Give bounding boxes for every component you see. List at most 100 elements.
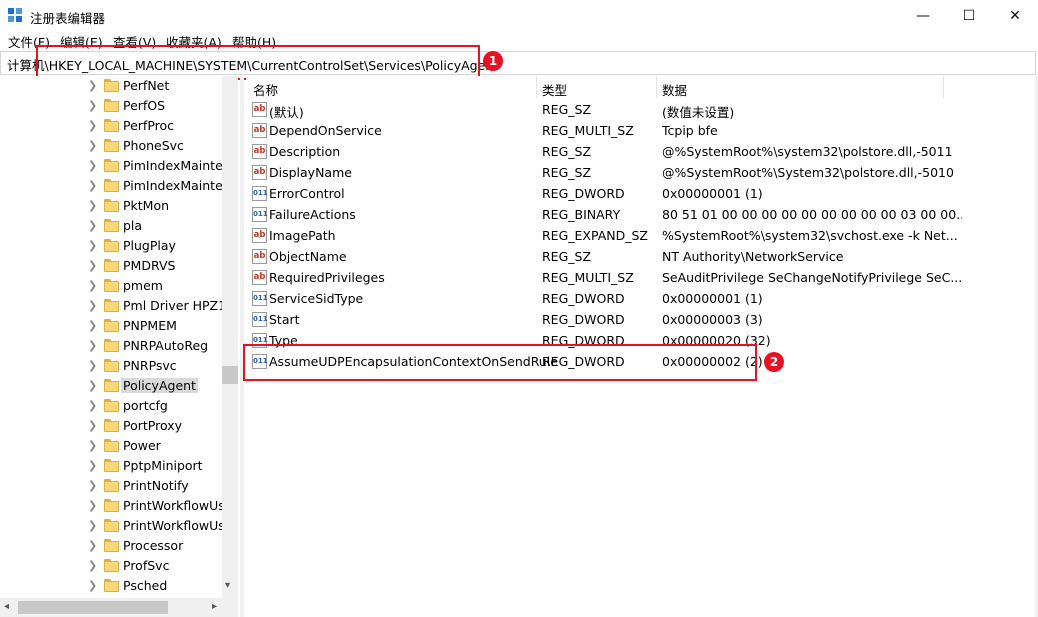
folder-icon bbox=[104, 119, 119, 132]
chevron-right-icon[interactable]: ❯ bbox=[88, 259, 97, 272]
tree-item[interactable]: ❯ portcfg bbox=[0, 396, 222, 416]
value-name: ImagePath bbox=[269, 228, 336, 243]
value-row[interactable]: ab DisplayName REG_SZ @%SystemRoot%\System3… bbox=[246, 162, 954, 183]
chevron-right-icon[interactable]: ❯ bbox=[88, 419, 97, 432]
value-data: 80 51 01 00 00 00 00 00 00 00 00 00 03 0… bbox=[662, 207, 962, 222]
column-separator[interactable] bbox=[656, 76, 657, 98]
tree-item[interactable]: ❯ pmem bbox=[0, 276, 222, 296]
tree-item[interactable]: ❯ PNRPsvc bbox=[0, 356, 222, 376]
chevron-right-icon[interactable]: ❯ bbox=[88, 279, 97, 292]
value-data: @%SystemRoot%\System32\polstore.dll,-501… bbox=[662, 165, 954, 180]
maximize-button[interactable]: ☐ bbox=[946, 0, 992, 31]
chevron-right-icon[interactable]: ❯ bbox=[88, 339, 97, 352]
annotation-box-value bbox=[243, 344, 757, 381]
tree-item-label: PerfOS bbox=[123, 98, 166, 113]
value-row[interactable]: ab DependOnService REG_MULTI_SZ Tcpip bfe bbox=[246, 120, 946, 141]
value-row[interactable]: 011 ServiceSidType REG_DWORD 0x00000001 (1) bbox=[246, 288, 946, 309]
scroll-down-icon[interactable]: ▾ bbox=[225, 580, 230, 591]
value-row[interactable]: ab (默认) REG_SZ (数值未设置) bbox=[246, 99, 946, 120]
chevron-right-icon[interactable]: ❯ bbox=[88, 179, 97, 192]
tree-item-label: PolicyAgent bbox=[121, 378, 198, 393]
chevron-right-icon[interactable]: ❯ bbox=[88, 79, 97, 92]
tree-item-label: Power bbox=[123, 438, 161, 453]
chevron-right-icon[interactable]: ❯ bbox=[88, 499, 97, 512]
value-row[interactable]: 011 ErrorControl REG_DWORD 0x00000001 (1) bbox=[246, 183, 946, 204]
tree-hscroll-thumb[interactable] bbox=[18, 601, 168, 614]
minimize-button[interactable]: — bbox=[900, 0, 946, 31]
chevron-right-icon[interactable]: ❯ bbox=[88, 119, 97, 132]
tree-vertical-scrollbar[interactable]: ▾ bbox=[222, 76, 238, 598]
close-button[interactable]: ✕ bbox=[992, 0, 1038, 31]
chevron-right-icon[interactable]: ❯ bbox=[88, 319, 97, 332]
chevron-right-icon[interactable]: ❯ bbox=[88, 159, 97, 172]
tree-item[interactable]: ❯ PerfOS bbox=[0, 96, 222, 116]
chevron-right-icon[interactable]: ❯ bbox=[88, 359, 97, 372]
chevron-right-icon[interactable]: ❯ bbox=[88, 539, 97, 552]
column-separator[interactable] bbox=[536, 76, 537, 98]
tree-item[interactable]: ❯ pla bbox=[0, 216, 222, 236]
tree-item[interactable]: ❯ PktMon bbox=[0, 196, 222, 216]
folder-icon bbox=[104, 319, 119, 332]
value-data: 0x00000001 (1) bbox=[662, 186, 763, 201]
scroll-left-icon[interactable]: ◂ bbox=[4, 601, 9, 612]
tree-item-label: pla bbox=[123, 218, 143, 233]
tree-item[interactable]: ❯ PrintNotify bbox=[0, 476, 222, 496]
chevron-right-icon[interactable]: ❯ bbox=[88, 379, 97, 392]
tree-item[interactable]: ❯ PerfProc bbox=[0, 116, 222, 136]
chevron-right-icon[interactable]: ❯ bbox=[88, 299, 97, 312]
tree-item[interactable]: ❯ Pml Driver HPZ12 bbox=[0, 296, 234, 316]
chevron-right-icon[interactable]: ❯ bbox=[88, 519, 97, 532]
tree-item-label: PimIndexMaintenan bbox=[123, 178, 238, 193]
tree-horizontal-scrollbar[interactable]: ◂ ▸ bbox=[0, 598, 238, 617]
annotation-box-address bbox=[36, 45, 480, 80]
column-separator[interactable] bbox=[943, 76, 944, 98]
tree-item[interactable]: ❯ PrintWorkflowUser bbox=[0, 496, 238, 516]
chevron-right-icon[interactable]: ❯ bbox=[88, 399, 97, 412]
tree-item[interactable]: ❯ PimIndexMaintenan bbox=[0, 156, 238, 176]
value-row[interactable]: ab ImagePath REG_EXPAND_SZ %SystemRoot%\sys… bbox=[246, 225, 958, 246]
tree-item[interactable]: ❯ PimIndexMaintenan bbox=[0, 176, 238, 196]
chevron-right-icon[interactable]: ❯ bbox=[88, 459, 97, 472]
value-row[interactable]: 011 FailureActions REG_BINARY 80 51 01 00 0… bbox=[246, 204, 962, 225]
chevron-right-icon[interactable]: ❯ bbox=[88, 219, 97, 232]
value-type: REG_SZ bbox=[542, 144, 592, 159]
tree-item[interactable]: ❯ PrintWorkflowUser bbox=[0, 516, 238, 536]
tree-item[interactable]: ❯ PptpMiniport bbox=[0, 456, 222, 476]
chevron-right-icon[interactable]: ❯ bbox=[88, 239, 97, 252]
tree-item[interactable]: ❯ PNPMEM bbox=[0, 316, 222, 336]
tree-scroll-thumb[interactable] bbox=[222, 366, 238, 384]
folder-icon bbox=[104, 139, 119, 152]
tree-item[interactable]: ❯ PolicyAgent bbox=[0, 376, 222, 396]
tree-item[interactable]: ❯ PerfNet bbox=[0, 76, 222, 96]
value-data: SeAuditPrivilege SeChangeNotifyPrivilege… bbox=[662, 270, 962, 285]
value-row[interactable]: ab Description REG_SZ @%SystemRoot%\system3… bbox=[246, 141, 953, 162]
window-title: 注册表编辑器 bbox=[30, 11, 106, 26]
scroll-right-icon[interactable]: ▸ bbox=[212, 601, 217, 612]
chevron-right-icon[interactable]: ❯ bbox=[88, 139, 97, 152]
value-type: REG_SZ bbox=[542, 102, 592, 117]
folder-icon bbox=[104, 339, 119, 352]
tree-item[interactable]: ❯ Psched bbox=[0, 576, 222, 596]
chevron-right-icon[interactable]: ❯ bbox=[88, 439, 97, 452]
tree-item[interactable]: ❯ PlugPlay bbox=[0, 236, 222, 256]
tree-item[interactable]: ❯ PNRPAutoReg bbox=[0, 336, 222, 356]
value-row[interactable]: ab ObjectName REG_SZ NT Authority\NetworkSe… bbox=[246, 246, 946, 267]
chevron-right-icon[interactable]: ❯ bbox=[88, 559, 97, 572]
tree-item[interactable]: ❯ PhoneSvc bbox=[0, 136, 222, 156]
tree-item[interactable]: ❯ PMDRVS bbox=[0, 256, 222, 276]
tree-item-label: PlugPlay bbox=[123, 238, 176, 253]
value-row[interactable]: 011 Start REG_DWORD 0x00000003 (3) bbox=[246, 309, 946, 330]
tree-item[interactable]: ❯ PortProxy bbox=[0, 416, 222, 436]
chevron-right-icon[interactable]: ❯ bbox=[88, 99, 97, 112]
tree-item-label: PhoneSvc bbox=[123, 138, 184, 153]
chevron-right-icon[interactable]: ❯ bbox=[88, 199, 97, 212]
value-row[interactable]: ab RequiredPrivileges REG_MULTI_SZ SeAuditP… bbox=[246, 267, 962, 288]
tree-item[interactable]: ❯ Power bbox=[0, 436, 222, 456]
tree-item[interactable]: ❯ ProfSvc bbox=[0, 556, 222, 576]
chevron-right-icon[interactable]: ❯ bbox=[88, 479, 97, 492]
tree-item-label: PNRPAutoReg bbox=[123, 338, 209, 353]
tree-item[interactable]: ❯ Processor bbox=[0, 536, 222, 556]
chevron-right-icon[interactable]: ❯ bbox=[88, 579, 97, 592]
key-tree[interactable]: ❯ PerfNet ❯ PerfOS ❯ PerfProc ❯ PhoneSvc ❯ PimInd… bbox=[0, 76, 238, 617]
value-name: (默认) bbox=[269, 105, 304, 120]
